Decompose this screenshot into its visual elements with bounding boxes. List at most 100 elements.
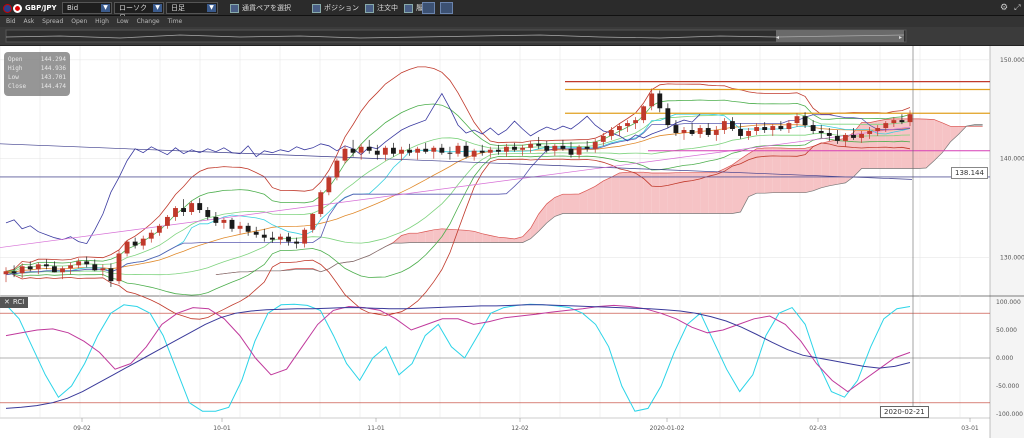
candle-body <box>27 266 33 270</box>
period-value: 日足 <box>171 4 185 12</box>
navigator-track <box>5 29 907 43</box>
candle-body <box>132 241 138 246</box>
price-type-select[interactable]: Bid ▼ <box>62 2 112 14</box>
candle-body <box>140 238 146 246</box>
chart-settings-button[interactable] <box>422 2 435 14</box>
candle-body <box>439 147 445 153</box>
cloud-segment <box>732 159 741 214</box>
candle-body <box>43 264 49 267</box>
candle-body <box>786 123 792 130</box>
candle-body <box>165 216 170 226</box>
candle-body <box>366 146 372 151</box>
candle-body <box>617 126 622 131</box>
ohlc-open-value: 144.294 <box>40 56 66 63</box>
navigator-right-handle[interactable]: ▸ <box>899 34 902 41</box>
candle-body <box>286 236 291 242</box>
chart-layout-button[interactable] <box>440 2 453 14</box>
candle-body <box>245 225 251 232</box>
legend-ask: Ask <box>23 18 35 25</box>
candle-body <box>705 128 711 135</box>
multi-pair-checkbox[interactable] <box>230 3 239 13</box>
cloud-segment <box>684 172 693 214</box>
price-chart[interactable]: 150.000 140.000 130.000 100.000 50.000 0.000 -… <box>0 46 1024 438</box>
chevron-down-icon: ▼ <box>153 4 162 12</box>
candle-body <box>479 150 485 153</box>
cloud-segment <box>627 172 636 214</box>
cloud-segment <box>788 148 797 193</box>
candle-body <box>544 145 550 151</box>
candle-body <box>350 148 356 153</box>
x-tick-label: 12-02 <box>511 425 529 432</box>
candle-body <box>382 147 388 155</box>
cloud-segment <box>893 118 902 169</box>
period-select[interactable]: 日足 ▼ <box>166 2 218 14</box>
rci-series-line <box>5 304 911 393</box>
jp-flag-icon <box>13 3 22 13</box>
candle-body <box>229 219 235 229</box>
uk-flag-icon <box>3 3 12 13</box>
multi-pair-label: 通貨ペアを選択 <box>242 4 291 12</box>
cloud-segment <box>675 172 684 214</box>
candle-body <box>60 268 65 273</box>
x-tick-label: 2020-01-02 <box>650 425 685 432</box>
candle-body <box>391 147 396 154</box>
cloud-segment <box>466 230 475 243</box>
x-tick-label: 09-02 <box>73 425 91 432</box>
candle-body <box>108 268 114 282</box>
candle-body <box>794 116 800 124</box>
candle-body <box>471 150 477 157</box>
candle-body <box>84 261 90 265</box>
rci-label: RCI <box>12 298 25 306</box>
ohlc-close-label: Close <box>8 83 27 90</box>
y-axis-bg <box>990 46 1024 438</box>
candle-body <box>536 143 542 146</box>
cloud-segment <box>708 172 717 214</box>
position-label: ポジション <box>324 4 359 12</box>
gear-icon[interactable]: ⚙ <box>1000 3 1008 13</box>
candle-body <box>407 149 412 153</box>
history-checkbox[interactable] <box>404 3 413 13</box>
x-tick-label: 10-01 <box>213 425 231 432</box>
close-icon[interactable]: ✕ <box>4 298 10 306</box>
rci-indicator-tag[interactable]: ✕ RCI <box>0 297 29 308</box>
expand-icon[interactable]: ⤢ <box>1014 3 1020 13</box>
chevron-down-icon: ▼ <box>207 4 216 12</box>
top-toolbar: GBP/JPY Bid ▼ ローソク足▼ 日足 ▼ 通貨ペアを選択 ポジション 注文… <box>0 0 1024 22</box>
cloud-segment <box>756 148 765 194</box>
cloud-segment <box>901 118 910 169</box>
x-tick-label: 11-01 <box>367 425 385 432</box>
candle-body <box>883 123 889 129</box>
current-price-tag: 138.144 <box>951 167 988 179</box>
candle-body <box>205 210 211 217</box>
candle-body <box>851 134 856 138</box>
candle-body <box>778 126 784 130</box>
candle-body <box>189 203 195 212</box>
legend-bid: Bid <box>6 18 16 25</box>
legend-spread: Spread <box>42 18 64 25</box>
cloud-segment <box>458 229 467 243</box>
navigator-left-handle[interactable]: ◂ <box>776 34 779 41</box>
symbol-label[interactable]: GBP/JPY <box>25 4 57 12</box>
orders-checkbox[interactable] <box>365 3 374 13</box>
candle-body <box>197 203 203 211</box>
navigator-bar[interactable]: ◂ ▸ <box>0 27 1024 46</box>
ohlc-low-value: 143.701 <box>40 74 66 81</box>
candle-body <box>713 130 719 135</box>
candle-body <box>810 125 816 131</box>
cloud-segment <box>562 194 571 214</box>
cloud-segment <box>659 172 668 214</box>
candle-body <box>156 225 162 233</box>
candle-body <box>278 236 283 240</box>
candle-body <box>560 145 566 149</box>
position-checkbox[interactable] <box>312 3 321 13</box>
rci-y-tick-label: 0.000 <box>996 355 1013 362</box>
x-axis-ticks: 09-02 10-01 11-01 12-02 2020-01-02 02-03 03-01 <box>73 418 979 432</box>
chart-type-select[interactable]: ローソク足▼ <box>114 2 164 22</box>
candle-body <box>68 265 73 269</box>
ohlc-high-value: 144.936 <box>40 65 66 72</box>
cloud-segment <box>764 147 773 194</box>
candle-body <box>52 266 57 273</box>
cloud-segment <box>918 118 927 169</box>
symbol-group: GBP/JPY <box>3 2 63 14</box>
cloud-segment <box>780 148 789 193</box>
